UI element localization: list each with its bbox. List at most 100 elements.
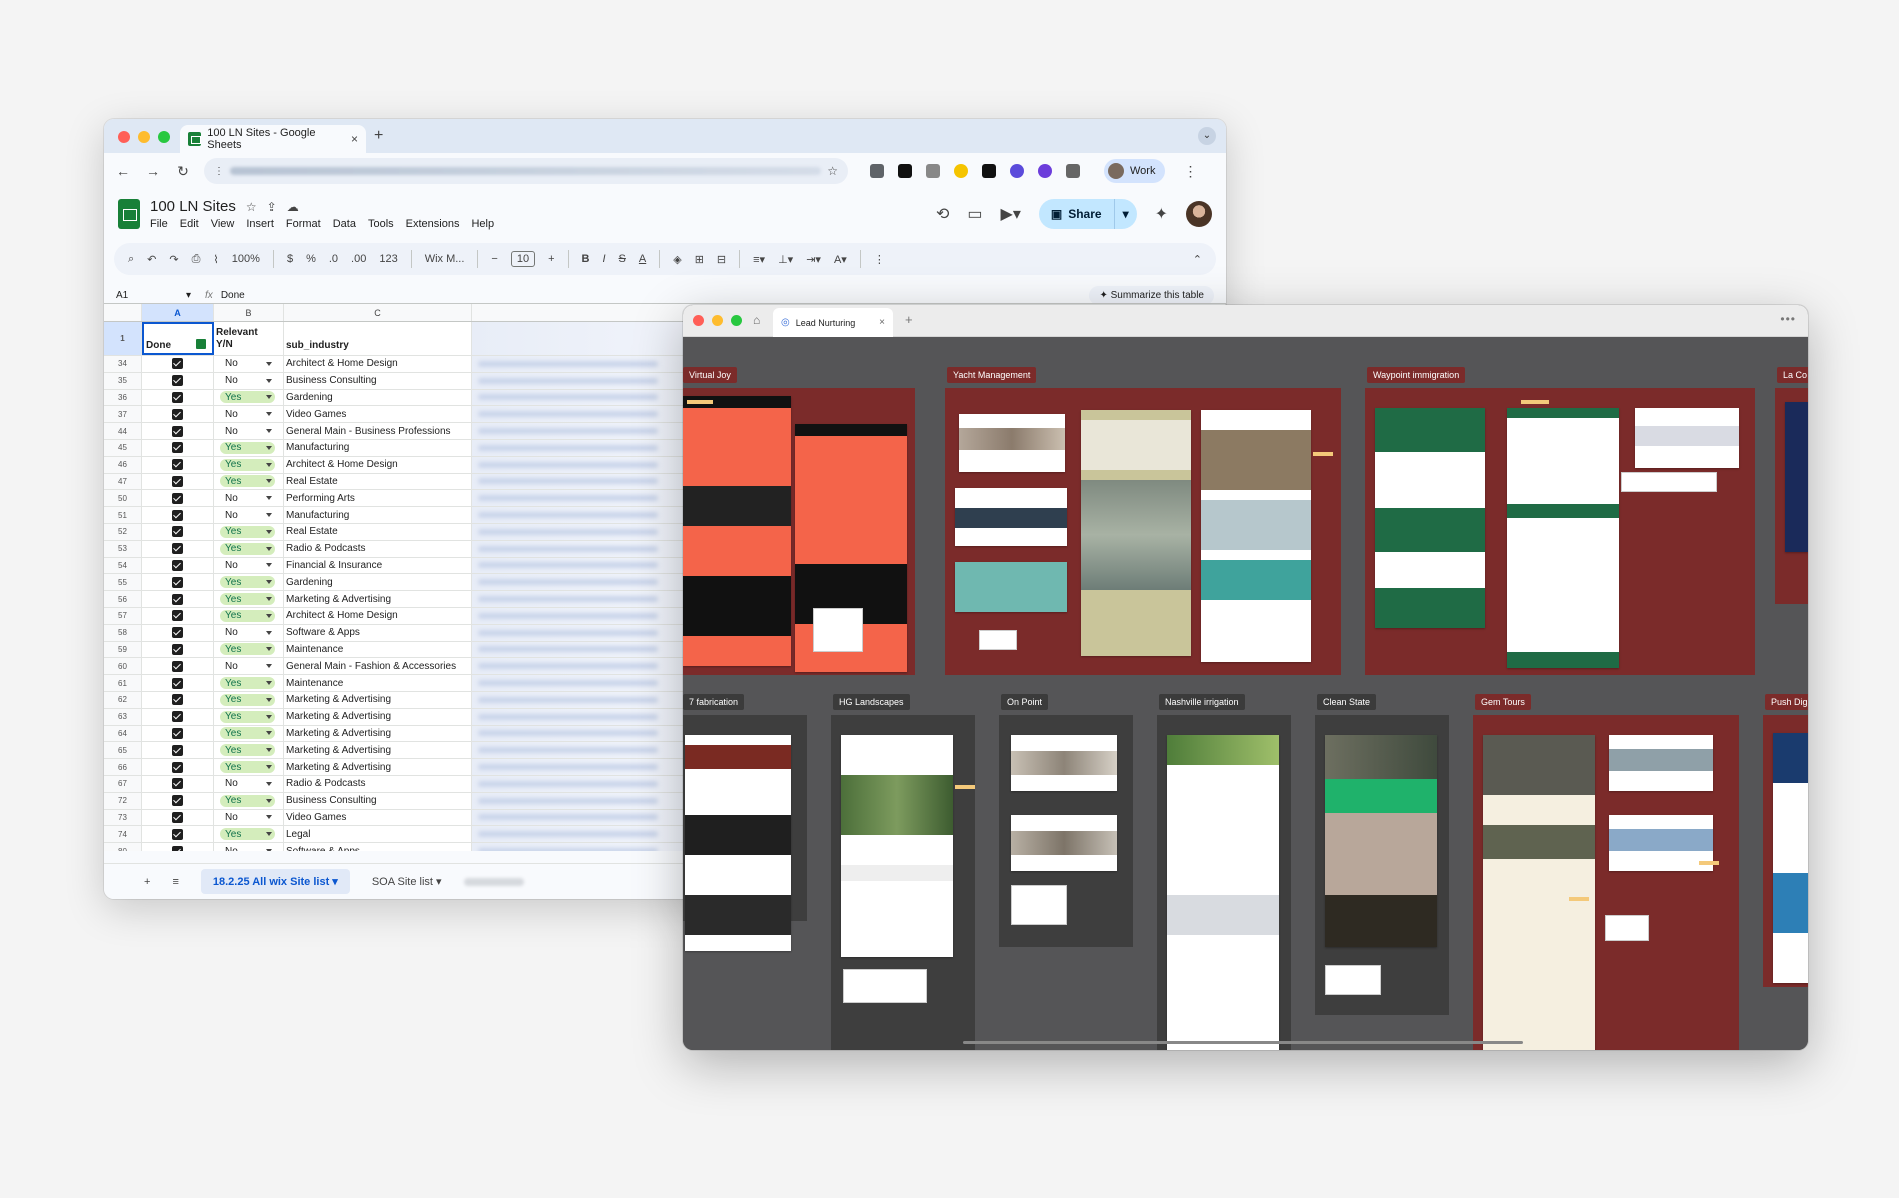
checkbox-checked-icon[interactable] — [172, 509, 183, 521]
name-box[interactable]: A1 — [116, 290, 186, 301]
name-box-dropdown-icon[interactable]: ▾ — [186, 290, 191, 301]
sub-industry-cell[interactable]: Business Consulting — [284, 792, 472, 809]
row-number[interactable]: 35 — [104, 372, 142, 389]
done-cell[interactable] — [142, 423, 214, 439]
row-number[interactable]: 61 — [104, 675, 142, 691]
row-number[interactable]: 45 — [104, 439, 142, 456]
sub-industry-cell[interactable]: Software & Apps — [284, 843, 472, 851]
sub-industry-cell[interactable]: Architect & Home Design — [284, 456, 472, 473]
site-mockup[interactable] — [1635, 408, 1739, 468]
checkbox-checked-icon[interactable] — [172, 828, 183, 840]
section-label-la-co[interactable]: La Co — [1777, 367, 1808, 383]
row-number[interactable]: 54 — [104, 557, 142, 574]
board-push-digi[interactable] — [1763, 715, 1808, 987]
share-button[interactable]: ▣ Share ▾ — [1038, 199, 1137, 229]
relevant-dropdown[interactable]: No — [220, 425, 275, 437]
section-label-waypoint-immigration[interactable]: Waypoint immigration — [1367, 367, 1466, 383]
menu-format[interactable]: Format — [286, 218, 321, 230]
column-header-c[interactable]: C — [284, 304, 472, 321]
done-cell[interactable] — [142, 607, 214, 624]
relevant-cell[interactable]: No — [214, 557, 284, 574]
relevant-cell[interactable]: Yes — [214, 675, 284, 691]
relevant-cell[interactable]: Yes — [214, 759, 284, 775]
relevant-cell[interactable]: Yes — [214, 523, 284, 540]
site-mockup[interactable] — [683, 396, 791, 666]
relevant-dropdown[interactable]: No — [220, 492, 275, 504]
font-size-input[interactable]: 10 — [510, 251, 536, 267]
row-number[interactable]: 37 — [104, 406, 142, 423]
meet-icon[interactable]: ▶▾ — [1001, 204, 1021, 224]
canvas-horizontal-scrollbar[interactable] — [963, 1041, 1523, 1044]
done-cell[interactable] — [142, 591, 214, 607]
address-bar[interactable]: ⋮ ☆ — [204, 158, 848, 184]
checkbox-checked-icon[interactable] — [172, 576, 183, 588]
relevant-cell[interactable]: Yes — [214, 540, 284, 557]
sheet-tab-soa[interactable]: SOA Site list ▾ — [372, 875, 442, 888]
done-cell[interactable] — [142, 725, 214, 742]
checkbox-checked-icon[interactable] — [172, 845, 183, 851]
checkbox-checked-icon[interactable] — [172, 442, 183, 454]
row-number[interactable]: 57 — [104, 607, 142, 624]
data-table-note[interactable] — [1605, 915, 1649, 941]
site-mockup[interactable] — [1325, 735, 1437, 947]
menu-tools[interactable]: Tools — [368, 218, 394, 230]
checkbox-checked-icon[interactable] — [172, 727, 183, 739]
data-table-note[interactable] — [979, 630, 1017, 650]
move-icon[interactable]: ⇪ — [267, 200, 277, 214]
relevant-dropdown[interactable]: No — [220, 811, 275, 823]
relevant-dropdown[interactable]: No — [220, 375, 275, 387]
relevant-dropdown[interactable]: Yes — [220, 643, 275, 656]
checkbox-checked-icon[interactable] — [172, 610, 183, 622]
add-sheet-icon[interactable]: + — [144, 876, 150, 888]
row-number[interactable]: 50 — [104, 490, 142, 507]
camera-extension-icon[interactable] — [926, 164, 940, 178]
relevant-dropdown[interactable]: Yes — [220, 710, 275, 723]
row-number[interactable]: 60 — [104, 658, 142, 675]
sticky-note[interactable] — [1521, 400, 1549, 404]
star-icon[interactable]: ☆ — [246, 200, 257, 214]
undo-icon[interactable]: ↶ — [147, 253, 156, 266]
checkbox-checked-icon[interactable] — [172, 795, 183, 807]
checkbox-checked-icon[interactable] — [172, 375, 183, 387]
close-window-button[interactable] — [693, 315, 704, 326]
section-label-push-digi[interactable]: Push Digi — [1765, 694, 1808, 710]
done-cell[interactable] — [142, 490, 214, 507]
sub-industry-cell[interactable]: Maintenance — [284, 641, 472, 658]
checkbox-checked-icon[interactable] — [172, 643, 183, 655]
done-cell[interactable] — [142, 473, 214, 490]
doc-title[interactable]: 100 LN Sites — [150, 198, 236, 215]
row-number[interactable]: 55 — [104, 574, 142, 591]
gemini-icon[interactable]: ✦ — [1155, 204, 1168, 224]
menu-help[interactable]: Help — [471, 218, 494, 230]
checkbox-checked-icon[interactable] — [172, 694, 183, 706]
relevant-cell[interactable]: Yes — [214, 607, 284, 624]
minimize-window-button[interactable] — [712, 315, 723, 326]
done-cell[interactable] — [142, 843, 214, 851]
circle-extension-icon[interactable] — [1010, 164, 1024, 178]
board-7-fabrication[interactable] — [683, 715, 807, 951]
sub-industry-cell[interactable]: Marketing & Advertising — [284, 759, 472, 775]
relevant-cell[interactable]: Yes — [214, 826, 284, 843]
section-label-nashville-irrigation[interactable]: Nashville irrigation — [1159, 694, 1245, 710]
sub-industry-cell[interactable]: General Main - Business Professions — [284, 423, 472, 439]
checkbox-checked-icon[interactable] — [172, 593, 183, 605]
row-number[interactable]: 80 — [104, 843, 142, 851]
menu-data[interactable]: Data — [333, 218, 356, 230]
relevant-cell[interactable]: No — [214, 775, 284, 792]
relevant-cell[interactable]: Yes — [214, 574, 284, 591]
done-cell[interactable] — [142, 507, 214, 523]
checkbox-checked-icon[interactable] — [172, 627, 183, 639]
more-tools-icon[interactable]: ⋮ — [874, 253, 885, 266]
sheet-tab-active[interactable]: 18.2.25 All wix Site list ▾ — [200, 869, 350, 894]
done-cell[interactable] — [142, 624, 214, 641]
relevant-cell[interactable]: No — [214, 507, 284, 523]
comments-icon[interactable]: ▭ — [967, 204, 982, 224]
board-gem-tours[interactable] — [1473, 715, 1739, 1050]
italic-button[interactable]: I — [602, 253, 605, 265]
redo-icon[interactable]: ↷ — [169, 253, 178, 266]
increase-decimal-button[interactable]: .00 — [351, 253, 366, 265]
cloud-status-icon[interactable]: ☁ — [287, 200, 299, 214]
column-header-a[interactable]: A — [142, 304, 214, 321]
done-cell[interactable] — [142, 356, 214, 372]
done-cell[interactable] — [142, 641, 214, 658]
